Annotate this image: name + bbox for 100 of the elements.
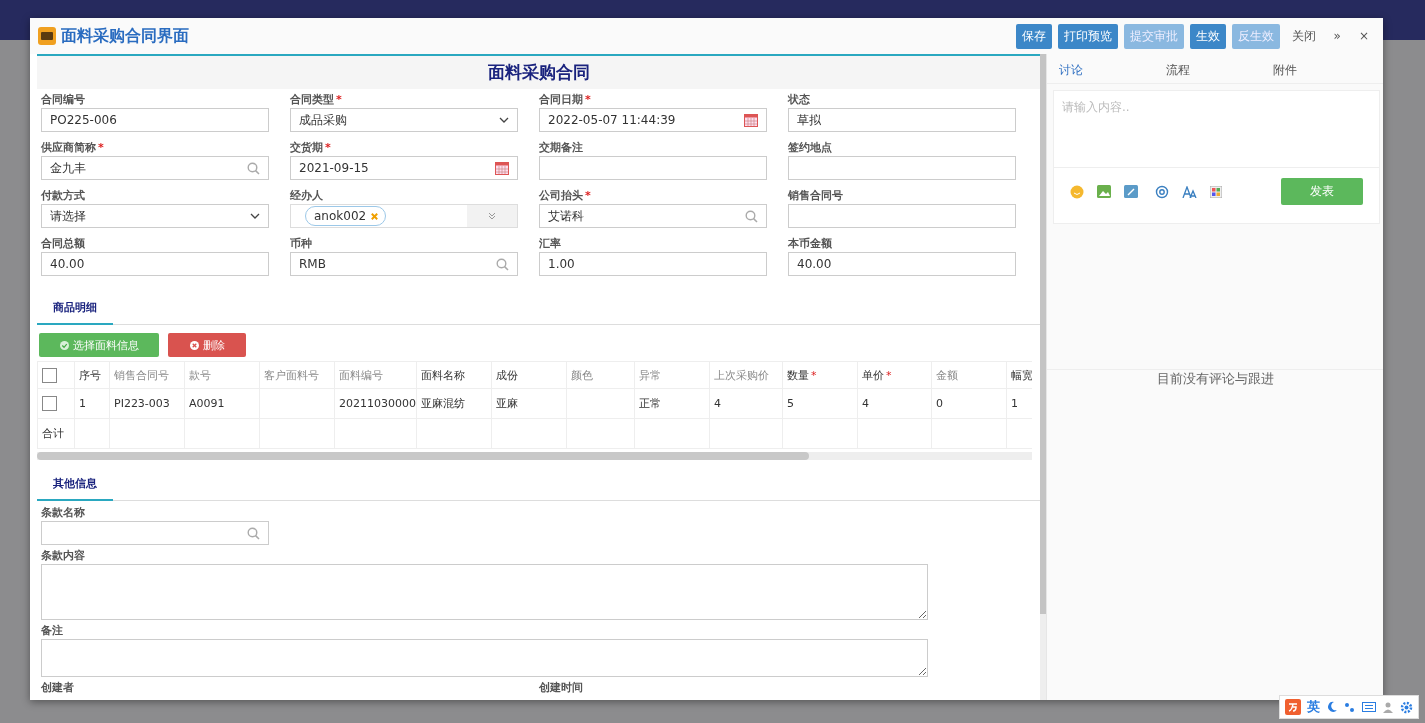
input-field[interactable] xyxy=(539,156,767,180)
toolbar-button[interactable]: 生效 xyxy=(1189,23,1226,49)
search-field[interactable]: 金九丰 xyxy=(41,156,269,180)
field-label: 合同类型 * xyxy=(290,92,342,107)
toolbar-button[interactable]: × xyxy=(1352,25,1375,47)
check-circle-icon xyxy=(59,340,69,350)
column-header: 款号 xyxy=(184,361,260,389)
ime-mode[interactable]: 英 xyxy=(1307,698,1320,716)
toolbar-button[interactable]: 关闭 xyxy=(1285,23,1322,49)
column-header: 销售合同号 xyxy=(109,361,185,389)
tag-select-field[interactable]: anok002 xyxy=(290,204,518,228)
keyboard-icon[interactable] xyxy=(1362,701,1376,713)
field-label: 汇率 xyxy=(539,236,561,251)
field-label: 付款方式 xyxy=(41,188,85,203)
text-area[interactable] xyxy=(41,639,928,677)
table-cell: 正常 xyxy=(634,388,710,419)
column-header: 金额 xyxy=(931,361,1007,389)
panel-tab[interactable]: 讨论 xyxy=(1059,62,1166,83)
field-label: 本币金额 xyxy=(788,236,832,251)
field-label: 状态 xyxy=(788,92,810,107)
window-title: 面料采购合同界面 xyxy=(61,25,189,47)
field-label: 创建者 xyxy=(41,680,75,695)
input-field[interactable]: 40.00 xyxy=(788,252,1016,276)
input-field[interactable]: 40.00 xyxy=(41,252,269,276)
table-cell: PI223-003 xyxy=(109,388,185,419)
table-cell: 亚麻混纺 xyxy=(416,388,492,419)
field-label: 创建时间 xyxy=(539,680,584,695)
section-tab[interactable]: 其他信息 xyxy=(37,468,113,501)
image-icon[interactable] xyxy=(1097,185,1111,198)
table-cell: 合计 xyxy=(37,418,75,449)
table-cell: 5 xyxy=(782,388,858,419)
ime-logo-icon xyxy=(1285,699,1301,715)
field-label: 交货期 * xyxy=(290,140,331,155)
search-icon xyxy=(496,257,509,271)
column-header: 数量 * xyxy=(782,361,858,389)
field-label: 经办人 xyxy=(290,188,323,203)
search-icon xyxy=(247,161,260,175)
search-icon xyxy=(247,526,260,540)
table-cell: 1 xyxy=(74,388,110,419)
toolbar-button[interactable]: 打印预览 xyxy=(1057,23,1118,49)
attachment-icon[interactable] xyxy=(1124,185,1138,198)
column-header: 颜色 xyxy=(566,361,635,389)
input-field[interactable]: 1.00 xyxy=(539,252,767,276)
font-icon[interactable] xyxy=(1182,185,1197,198)
column-header: 面料名称 xyxy=(416,361,492,389)
panel-tab[interactable]: 流程 xyxy=(1166,62,1273,83)
search-field[interactable]: RMB xyxy=(290,252,518,276)
empty-message: 目前没有评论与跟进 xyxy=(1047,369,1383,388)
smiley-icon[interactable] xyxy=(1070,184,1084,199)
field-label: 供应商简称 * xyxy=(41,140,104,155)
input-field[interactable]: PO225-006 xyxy=(41,108,269,132)
text-area[interactable] xyxy=(41,564,928,620)
field-label: 合同编号 xyxy=(41,92,85,107)
table-cell: 20211030000 xyxy=(334,388,417,419)
input-field[interactable] xyxy=(788,156,1016,180)
table-cell: 0 xyxy=(931,388,1007,419)
search-field[interactable]: 艾诺科 xyxy=(539,204,767,228)
toolbar-button[interactable]: » xyxy=(1327,25,1347,47)
field-label: 交期备注 xyxy=(539,140,583,155)
moon-icon[interactable] xyxy=(1326,701,1338,713)
scrollbar-thumb[interactable] xyxy=(1040,54,1046,614)
column-header: 单价 * xyxy=(857,361,932,389)
field-label: 币种 xyxy=(290,236,312,251)
close-circle-icon xyxy=(189,340,199,350)
table-cell: 亚麻 xyxy=(491,388,567,419)
input-field[interactable]: 草拟 xyxy=(788,108,1016,132)
search-icon xyxy=(745,209,758,223)
input-field[interactable] xyxy=(788,204,1016,228)
grid-icon[interactable] xyxy=(1210,185,1222,198)
user-icon[interactable] xyxy=(1382,701,1394,713)
column-header: 成份 xyxy=(491,361,567,389)
field-label: 公司抬头 * xyxy=(539,188,591,203)
action-button[interactable]: 删除 xyxy=(168,333,246,357)
field-label: 合同日期 * xyxy=(539,92,591,107)
field-label: 条款名称 xyxy=(41,505,85,520)
panel-tab[interactable]: 附件 xyxy=(1273,62,1380,83)
comment-input[interactable]: 请输入内容.. xyxy=(1053,90,1380,168)
column-header: 客户面料号 xyxy=(259,361,335,389)
column-header: 异常 xyxy=(634,361,710,389)
calendar-icon xyxy=(744,113,758,127)
double-chevron-icon xyxy=(487,211,497,221)
field-label: 销售合同号 xyxy=(788,188,843,203)
punctuation-icon[interactable] xyxy=(1344,701,1356,713)
toolbar-button[interactable]: 保存 xyxy=(1015,23,1052,49)
search-field[interactable] xyxy=(41,521,269,545)
column-header: 幅宽 xyxy=(1006,361,1032,389)
checkbox[interactable] xyxy=(42,396,57,411)
select-field[interactable]: 成品采购 xyxy=(290,108,518,132)
table-cell: 4 xyxy=(857,388,932,419)
logo-icon xyxy=(38,27,56,45)
date-field[interactable]: 2021-09-15 xyxy=(290,156,518,180)
section-tab[interactable]: 商品明细 xyxy=(37,292,113,325)
scrollbar-thumb[interactable] xyxy=(37,452,809,460)
remove-icon[interactable] xyxy=(370,211,380,221)
date-field[interactable]: 2022-05-07 11:44:39 xyxy=(539,108,767,132)
field-label: 合同总额 xyxy=(41,236,85,251)
settings-icon[interactable] xyxy=(1400,700,1413,714)
select-field[interactable]: 请选择 xyxy=(41,204,269,228)
checkbox[interactable] xyxy=(42,367,57,383)
chevron-down-icon xyxy=(250,211,260,221)
